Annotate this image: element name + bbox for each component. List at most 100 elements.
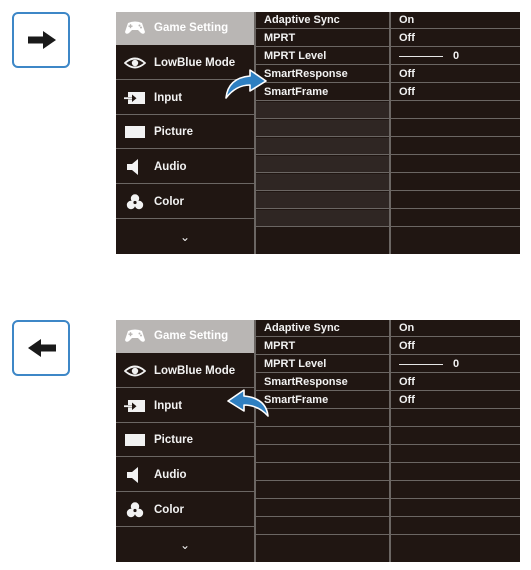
menu-item-color[interactable]: Color <box>116 494 254 527</box>
submenu-empty-row <box>256 102 389 119</box>
osd-menu: Game Setting LowBlue Mode Input Picture <box>116 12 520 254</box>
submenu-item-smartresponse[interactable]: SmartResponse <box>256 66 389 83</box>
arrow-right-icon <box>28 31 56 49</box>
value-smartframe: Off <box>391 392 520 409</box>
picture-icon <box>124 124 146 140</box>
value-empty-row <box>391 138 520 155</box>
value-empty-row <box>391 120 520 137</box>
input-icon <box>124 90 146 106</box>
submenu-values: On Off 0 Off Off <box>391 12 520 254</box>
submenu-empty-row <box>256 120 389 137</box>
value-smartframe: Off <box>391 84 520 101</box>
value-empty-row <box>391 210 520 227</box>
submenu-empty-row <box>256 156 389 173</box>
input-icon <box>124 398 146 414</box>
curved-arrow-right-icon <box>225 69 267 99</box>
value-mprt-level[interactable]: 0 <box>391 356 520 373</box>
submenu-item-adaptive-sync[interactable]: Adaptive Sync <box>256 12 389 29</box>
menu-item-label: Audio <box>154 469 187 481</box>
speaker-icon <box>124 159 146 175</box>
submenu-item-mprt[interactable]: MPRT <box>256 338 389 355</box>
submenu-empty-row <box>256 500 389 517</box>
value-adaptive-sync: On <box>391 12 520 29</box>
menu-item-picture[interactable]: Picture <box>116 424 254 457</box>
menu-item-label: Game Setting <box>154 330 229 342</box>
curved-arrow-left-icon <box>227 389 269 417</box>
value-adaptive-sync: On <box>391 320 520 337</box>
menu-item-game-setting[interactable]: Game Setting <box>116 320 254 353</box>
value-empty-row <box>391 518 520 535</box>
submenu-empty-row <box>256 192 389 209</box>
value-empty-row <box>391 446 520 463</box>
main-menu: Game Setting LowBlue Mode Input Picture <box>116 320 254 562</box>
scroll-down-chevron-icon[interactable]: ⌄ <box>116 532 254 562</box>
menu-item-label: LowBlue Mode <box>154 365 236 377</box>
menu-item-label: Input <box>154 92 183 104</box>
submenu-names: Adaptive Sync MPRT MPRT Level SmartRespo… <box>256 320 389 562</box>
submenu-empty-row <box>256 428 389 445</box>
menu-item-label: Audio <box>154 161 187 173</box>
color-icon <box>124 194 146 210</box>
menu-item-game-setting[interactable]: Game Setting <box>116 12 254 45</box>
menu-item-label: Input <box>154 400 183 412</box>
main-menu: Game Setting LowBlue Mode Input Picture <box>116 12 254 254</box>
nav-right-button[interactable] <box>12 12 70 68</box>
submenu-empty-row <box>256 138 389 155</box>
osd-menu: Game Setting LowBlue Mode Input Picture <box>116 320 520 562</box>
submenu-item-smartframe[interactable]: SmartFrame <box>256 392 389 409</box>
osd-panel-bottom: Game Setting LowBlue Mode Input Picture <box>0 308 531 568</box>
picture-icon <box>124 432 146 448</box>
mprt-level-slider[interactable] <box>399 363 443 365</box>
submenu-empty-row <box>256 210 389 227</box>
value-empty-row <box>391 192 520 209</box>
value-empty-row <box>391 174 520 191</box>
submenu-names: Adaptive Sync MPRT MPRT Level SmartRespo… <box>256 12 389 254</box>
menu-item-label: Picture <box>154 434 193 446</box>
menu-item-label: Game Setting <box>154 22 229 34</box>
submenu-empty-row <box>256 446 389 463</box>
menu-item-label: Color <box>154 196 185 208</box>
submenu-item-mprt[interactable]: MPRT <box>256 30 389 47</box>
submenu-empty-row <box>256 174 389 191</box>
scroll-down-chevron-icon[interactable]: ⌄ <box>116 224 254 254</box>
value-smartresponse: Off <box>391 66 520 83</box>
osd-panel-top: Game Setting LowBlue Mode Input Picture <box>0 0 531 260</box>
value-mprt: Off <box>391 30 520 47</box>
submenu-empty-row <box>256 464 389 481</box>
value-smartresponse: Off <box>391 374 520 391</box>
eye-icon <box>123 55 147 71</box>
submenu-item-smartframe[interactable]: SmartFrame <box>256 84 389 101</box>
eye-icon <box>123 363 147 379</box>
submenu-empty-row <box>256 518 389 535</box>
submenu-item-smartresponse[interactable]: SmartResponse <box>256 374 389 391</box>
arrow-left-icon <box>28 339 56 357</box>
value-mprt: Off <box>391 338 520 355</box>
speaker-icon <box>124 467 146 483</box>
submenu-item-mprt-level[interactable]: MPRT Level <box>256 356 389 373</box>
gamepad-icon <box>124 328 146 344</box>
value-mprt-level[interactable]: 0 <box>391 48 520 65</box>
menu-item-picture[interactable]: Picture <box>116 116 254 149</box>
submenu-item-adaptive-sync[interactable]: Adaptive Sync <box>256 320 389 337</box>
menu-item-audio[interactable]: Audio <box>116 459 254 492</box>
menu-item-label: Color <box>154 504 185 516</box>
submenu-values: On Off 0 Off Off <box>391 320 520 562</box>
value-empty-row <box>391 464 520 481</box>
menu-item-audio[interactable]: Audio <box>116 151 254 184</box>
mprt-level-slider[interactable] <box>399 55 443 57</box>
submenu-item-mprt-level[interactable]: MPRT Level <box>256 48 389 65</box>
value-empty-row <box>391 410 520 427</box>
value-empty-row <box>391 156 520 173</box>
menu-item-color[interactable]: Color <box>116 186 254 219</box>
value-empty-row <box>391 500 520 517</box>
gamepad-icon <box>124 20 146 36</box>
submenu-empty-row <box>256 482 389 499</box>
nav-left-button[interactable] <box>12 320 70 376</box>
menu-item-label: Picture <box>154 126 193 138</box>
submenu-empty-row <box>256 410 389 427</box>
color-icon <box>124 502 146 518</box>
value-empty-row <box>391 482 520 499</box>
menu-item-lowblue-mode[interactable]: LowBlue Mode <box>116 355 254 388</box>
mprt-level-number: 0 <box>453 50 460 62</box>
value-empty-row <box>391 428 520 445</box>
